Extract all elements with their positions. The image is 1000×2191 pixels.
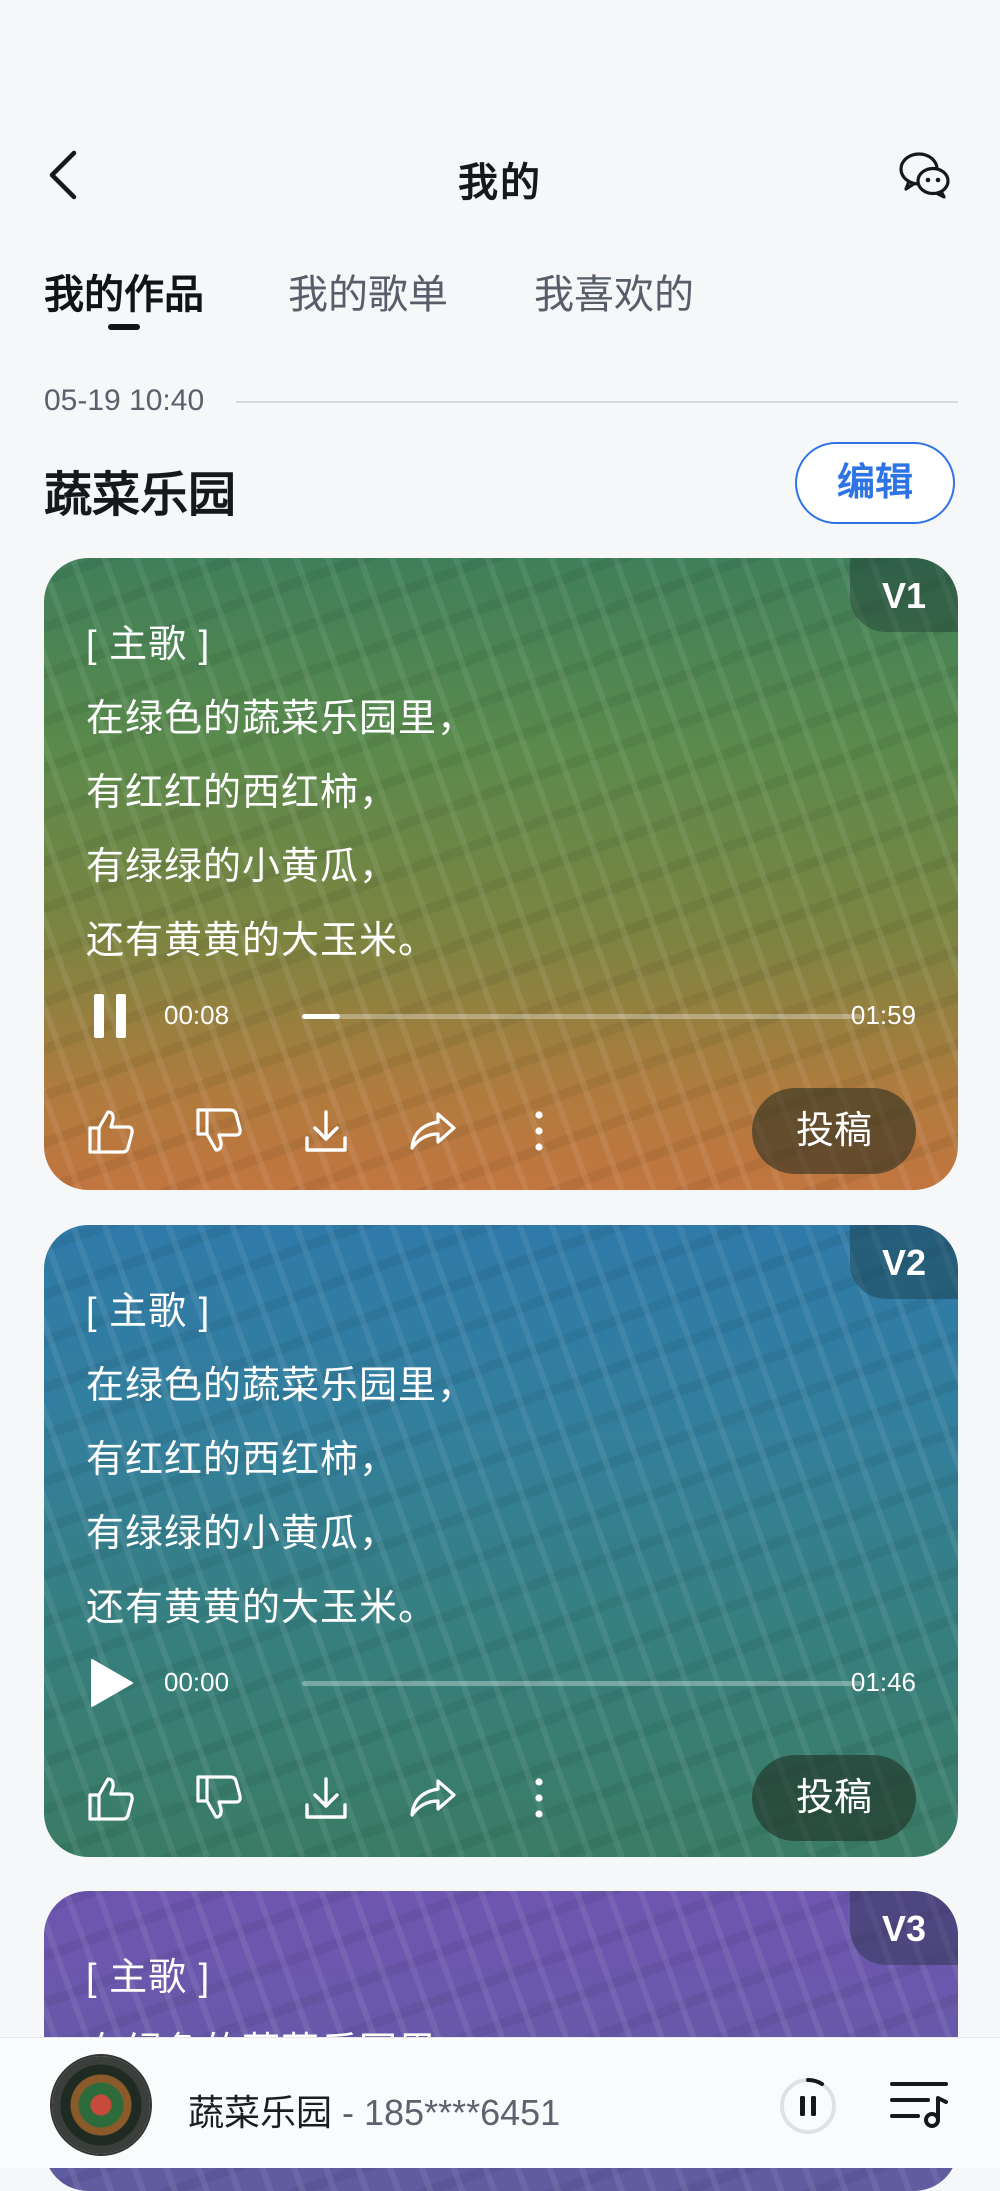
share-button[interactable] <box>408 1106 458 1156</box>
page-title: 我的 <box>458 161 542 205</box>
now-playing-artist: 185****6451 <box>364 2092 561 2133</box>
dislike-button[interactable] <box>194 1773 244 1823</box>
lyric-line: 在绿色的蔬菜乐园里， <box>86 1365 477 1407</box>
now-playing-separator: - <box>332 2092 365 2133</box>
song-card-v2[interactable]: V2 [ 主歌 ] 在绿色的蔬菜乐园里， 有红红的西红柿， 有绿绿的小黄瓜， 还… <box>44 1225 958 1857</box>
chat-button[interactable] <box>895 145 955 205</box>
more-vertical-icon <box>535 1778 543 1818</box>
download-button[interactable] <box>301 1773 351 1823</box>
header: 我的 <box>0 0 1000 240</box>
player-controls: 00:08 01:59 <box>86 986 916 1046</box>
song-card-v1[interactable]: V1 [ 主歌 ] 在绿色的蔬菜乐园里， 有红红的西红柿， 有绿绿的小黄瓜， 还… <box>44 558 958 1190</box>
like-button[interactable] <box>86 1106 136 1156</box>
progress-bar[interactable] <box>302 1681 862 1686</box>
tab-my-likes[interactable]: 我喜欢的 <box>534 262 694 320</box>
thumbs-down-icon <box>196 1108 242 1152</box>
playlist-icon <box>890 2082 948 2128</box>
lyrics: [ 主歌 ] 在绿色的蔬菜乐园里， 有红红的西红柿， 有绿绿的小黄瓜， 还有黄黄… <box>86 1275 846 1655</box>
lyric-line: 在绿色的蔬菜乐园里， <box>86 698 477 740</box>
player-controls: 00:00 01:46 <box>86 1653 916 1713</box>
now-playing-title: 蔬菜乐园 - 185****6451 <box>188 2084 560 2136</box>
date-row: 05-19 10:40 <box>44 384 958 420</box>
like-button[interactable] <box>86 1773 136 1823</box>
lyric-line: 有红红的西红柿， <box>86 772 399 814</box>
play-icon <box>91 1659 133 1707</box>
total-time: 01:46 <box>850 1667 916 1697</box>
lyric-line: [ 主歌 ] <box>86 1291 211 1333</box>
mini-pause-button[interactable] <box>778 2076 838 2136</box>
total-time: 01:59 <box>850 1000 916 1030</box>
progress-bar[interactable] <box>302 1014 862 1019</box>
lyric-line: [ 主歌 ] <box>86 1957 211 1999</box>
work-title: 蔬菜乐园 <box>44 469 237 522</box>
play-button[interactable] <box>86 1657 136 1709</box>
progress-fill <box>302 1014 340 1019</box>
lyric-line: 有红红的西红柿， <box>86 1439 399 1481</box>
pause-button[interactable] <box>86 990 136 1042</box>
now-playing-song: 蔬菜乐园 <box>188 2092 333 2133</box>
thumbs-down-icon <box>196 1775 242 1819</box>
divider <box>236 401 958 403</box>
thumbs-up-icon <box>88 1777 134 1821</box>
more-button[interactable] <box>514 1106 564 1156</box>
lyric-line: 有绿绿的小黄瓜， <box>86 846 399 888</box>
tab-my-playlists[interactable]: 我的歌单 <box>288 262 448 320</box>
version-badge: V3 <box>850 1891 958 1965</box>
download-icon <box>305 1777 347 1819</box>
lyric-line: [ 主歌 ] <box>86 624 211 666</box>
lyric-line: 还有黄黄的大玉米。 <box>86 1587 438 1629</box>
action-bar: 投稿 <box>86 1088 916 1174</box>
submit-button[interactable]: 投稿 <box>752 1755 916 1841</box>
download-button[interactable] <box>301 1106 351 1156</box>
thumbs-up-icon <box>88 1110 134 1154</box>
more-vertical-icon <box>535 1111 543 1151</box>
lyrics: [ 主歌 ] 在绿色的蔬菜乐园里， 有红红的西红柿， 有绿绿的小黄瓜， 还有黄黄… <box>86 608 846 988</box>
pause-icon <box>780 2077 836 2134</box>
wechat-icon <box>899 152 950 199</box>
share-icon <box>410 1112 456 1150</box>
mini-player[interactable]: 蔬菜乐园 - 185****6451 <box>0 2037 1000 2168</box>
dislike-button[interactable] <box>194 1106 244 1156</box>
lyric-line: 还有黄黄的大玉米。 <box>86 920 438 962</box>
submit-button[interactable]: 投稿 <box>752 1088 916 1174</box>
version-badge: V2 <box>850 1225 958 1299</box>
lyric-line: 有绿绿的小黄瓜， <box>86 1513 399 1555</box>
pause-icon <box>94 994 126 1038</box>
action-bar: 投稿 <box>86 1755 916 1841</box>
more-button[interactable] <box>514 1773 564 1823</box>
playlist-button[interactable] <box>888 2076 950 2132</box>
version-badge: V1 <box>850 558 958 632</box>
work-date: 05-19 10:40 <box>44 384 205 417</box>
share-icon <box>410 1779 456 1817</box>
download-icon <box>305 1110 347 1152</box>
album-cover[interactable] <box>52 2056 150 2154</box>
edit-button[interactable]: 编辑 <box>795 442 955 524</box>
current-time: 00:00 <box>164 1667 230 1697</box>
current-time: 00:08 <box>164 1000 230 1030</box>
share-button[interactable] <box>408 1773 458 1823</box>
tab-active-indicator <box>108 324 140 330</box>
tab-my-works[interactable]: 我的作品 <box>44 262 204 320</box>
